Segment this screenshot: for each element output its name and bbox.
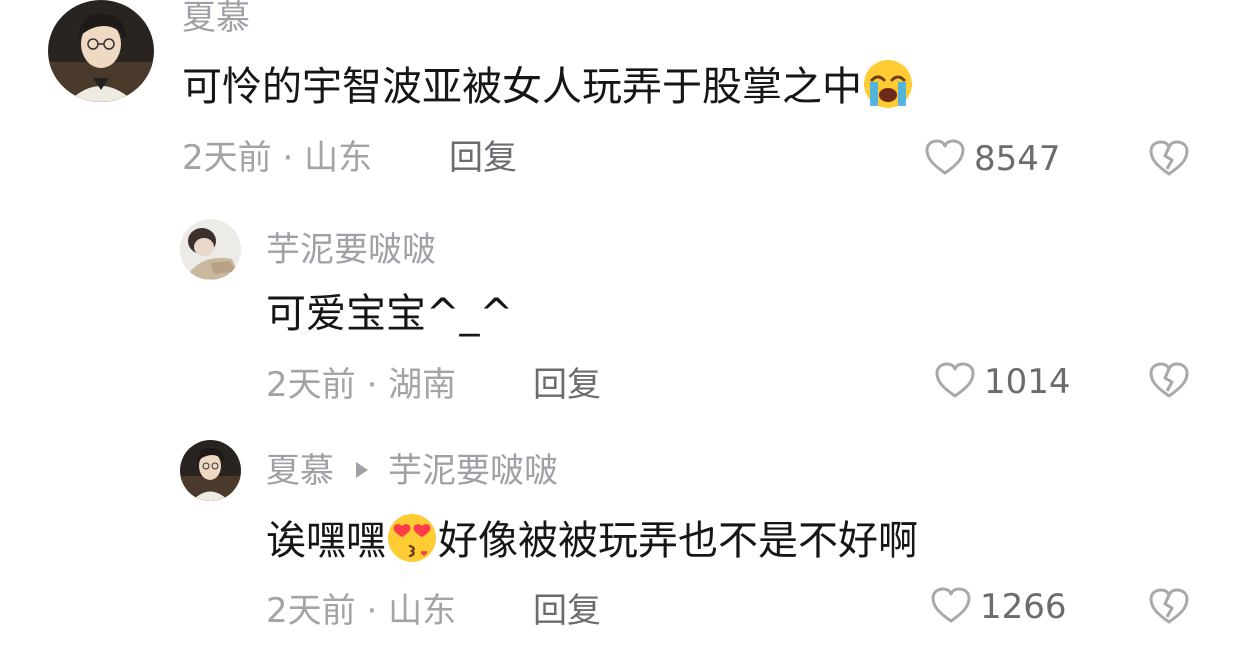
comment-text-before: 诶嘿嘿 xyxy=(266,518,386,564)
avatar[interactable] xyxy=(180,440,241,501)
comment-time: 2天前 xyxy=(266,365,356,405)
dislike-button[interactable] xyxy=(1148,139,1190,177)
like-count: 1266 xyxy=(980,587,1067,627)
loudly-crying-face-emoji-icon xyxy=(862,58,914,110)
reply-button[interactable]: 回复 xyxy=(533,591,601,631)
comment-username: 夏慕 芋泥要啵啵 xyxy=(266,451,558,491)
comment-location: 湖南 xyxy=(388,365,457,405)
comment-text: 诶嘿嘿 好像被被玩弄也不是不好啊 xyxy=(266,512,918,566)
like-button[interactable]: 8547 xyxy=(924,139,1061,179)
comment-time: 2天前 xyxy=(266,591,356,631)
reply-to-user[interactable]: 芋泥要啵啵 xyxy=(388,451,558,491)
like-button[interactable]: 1266 xyxy=(930,587,1067,627)
reply-button[interactable]: 回复 xyxy=(533,365,601,405)
avatar[interactable] xyxy=(48,0,154,102)
meta-separator: · xyxy=(271,138,305,178)
dislike-button[interactable] xyxy=(1148,587,1190,625)
heart-outline-icon xyxy=(930,586,972,628)
comment-text-after: 好像被被玩弄也不是不好啊 xyxy=(438,518,918,564)
heart-outline-icon xyxy=(934,361,976,403)
dislike-button[interactable] xyxy=(1148,361,1190,399)
heart-outline-icon xyxy=(924,138,966,180)
comment-meta: 2天前 · 山东 xyxy=(266,591,456,631)
comment-location: 山东 xyxy=(304,138,373,178)
comment-text-content: 可怜的宇智波亚被女人玩弄于股掌之中 xyxy=(182,64,862,110)
comment-meta: 2天前 · 湖南 xyxy=(266,365,456,405)
broken-heart-icon xyxy=(1148,140,1190,181)
comment-username[interactable]: 芋泥要啵啵 xyxy=(266,230,436,270)
comment-location: 山东 xyxy=(388,591,457,631)
comment-text: 可怜的宇智波亚被女人玩弄于股掌之中 xyxy=(182,58,914,112)
avatar[interactable] xyxy=(180,219,241,280)
reply-arrow-icon xyxy=(356,462,368,478)
comment-username[interactable]: 夏慕 xyxy=(182,0,250,38)
meta-separator: · xyxy=(355,591,389,631)
like-count: 1014 xyxy=(984,362,1071,402)
broken-heart-icon xyxy=(1148,588,1190,629)
like-count: 8547 xyxy=(974,139,1061,179)
comment-time: 2天前 xyxy=(182,138,272,178)
meta-separator: · xyxy=(355,365,389,405)
like-button[interactable]: 1014 xyxy=(934,362,1071,402)
comment-meta: 2天前 · 山东 xyxy=(182,138,372,178)
kissing-heart-eyes-face-emoji-icon xyxy=(386,512,438,564)
reply-button[interactable]: 回复 xyxy=(449,138,517,178)
comment-text: 可爱宝宝^_^ xyxy=(266,291,514,337)
reply-author[interactable]: 夏慕 xyxy=(266,451,334,491)
broken-heart-icon xyxy=(1148,362,1190,403)
